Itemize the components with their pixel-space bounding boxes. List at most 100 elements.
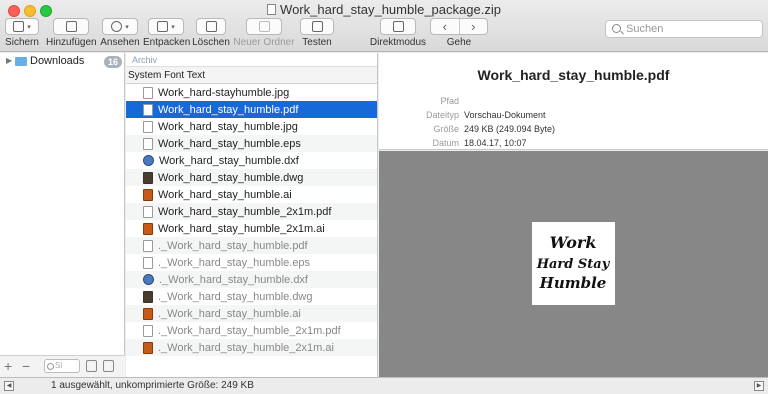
pdf-file-icon [143, 239, 153, 252]
file-name: Work_hard_stay_humble.jpg [158, 120, 298, 133]
file-row[interactable]: Work_hard-stayhumble.jpg [126, 84, 377, 101]
info-value: 249 KB (249.094 Byte) [464, 124, 556, 134]
sidebar-item-downloads[interactable]: ▶ Downloads 16 [0, 55, 125, 69]
window-title-text: Work_hard_stay_humble_package.zip [280, 2, 501, 17]
thumb-line-1: Work [550, 233, 597, 252]
remove-icon[interactable]: − [22, 358, 30, 374]
file-row[interactable]: Work_hard_stay_humble_2x1m.ai [126, 220, 377, 237]
folder-icon [15, 57, 27, 66]
pdf-file-icon [143, 205, 153, 218]
file-row[interactable]: ._Work_hard_stay_humble_2x1m.ai [126, 339, 377, 356]
file-row[interactable]: Work_hard_stay_humble.dxf [126, 152, 377, 169]
file-info-panel: Work_hard_stay_humble.pdf Pfad Dateityp V… [379, 53, 768, 150]
info-value: 18.04.17, 10:07 [464, 138, 527, 148]
dwg-file-icon [143, 290, 153, 303]
direct-mode-button[interactable]: Direktmodus [368, 18, 428, 50]
info-icon[interactable] [86, 360, 97, 372]
new-folder-icon [258, 21, 270, 32]
breadcrumb[interactable]: Archiv [126, 53, 377, 67]
file-row[interactable]: ._Work_hard_stay_humble.eps [126, 254, 377, 271]
info-key: Dateityp [425, 110, 459, 120]
window-title: Work_hard_stay_humble_package.zip [0, 2, 768, 17]
file-name: ._Work_hard_stay_humble.dxf [159, 273, 308, 286]
extract-button[interactable]: ▾ Entpacken [143, 18, 191, 50]
dxf-file-icon [143, 155, 154, 166]
back-chevron-icon[interactable]: ‹ [431, 19, 459, 34]
go-label: Gehe [446, 37, 472, 48]
column-header-name[interactable]: System Font Text [126, 67, 377, 84]
extract-label: Entpacken [143, 37, 191, 48]
file-row[interactable]: ._Work_hard_stay_humble.dxf [126, 271, 377, 288]
save-button[interactable]: ▾ Sichern [4, 18, 40, 50]
file-row[interactable]: Work_hard_stay_humble.ai [126, 186, 377, 203]
info-key: Größe [433, 124, 459, 134]
test-icon [311, 21, 323, 32]
add-label: Hinzufügen [46, 37, 97, 48]
file-name: Work_hard_stay_humble.dxf [159, 154, 299, 167]
disclosure-triangle-icon[interactable]: ▶ [6, 56, 12, 65]
file-list: Archiv System Font Text Work_hard-stayhu… [126, 53, 378, 377]
direct-mode-label: Direktmodus [369, 37, 427, 48]
dwg-file-icon [143, 171, 153, 184]
preview-canvas: Work Hard Stay Humble [379, 151, 768, 377]
trash-icon [205, 21, 217, 32]
thumb-line-3: Humble [539, 274, 607, 292]
file-row[interactable]: Work_hard_stay_humble.jpg [126, 118, 377, 135]
file-name: Work_hard_stay_humble.pdf [158, 103, 299, 116]
info-row-path: Pfad [379, 96, 768, 110]
file-name: ._Work_hard_stay_humble_2x1m.pdf [158, 324, 341, 337]
item-count-badge: 16 [104, 56, 123, 68]
document-thumbnail[interactable]: Work Hard Stay Humble [532, 222, 615, 305]
back-forward-segment: ‹ › [430, 18, 488, 35]
title-bar: Work_hard_stay_humble_package.zip ▾ Sich… [0, 0, 768, 52]
quicklook-icon [111, 21, 123, 32]
file-row[interactable]: ._Work_hard_stay_humble_2x1m.pdf [126, 322, 377, 339]
new-folder-button[interactable]: Neuer Ordner [233, 18, 295, 50]
save-icon [13, 21, 25, 32]
breadcrumb-archive[interactable]: Archiv [132, 55, 157, 65]
file-row[interactable]: Work_hard_stay_humble.eps [126, 135, 377, 152]
status-text: 1 ausgewählt, unkomprimierte Größe: 249 … [51, 380, 254, 391]
archive-document-icon [267, 4, 277, 15]
file-row[interactable]: ._Work_hard_stay_humble.ai [126, 305, 377, 322]
search-field[interactable] [605, 20, 763, 38]
file-name: ._Work_hard_stay_humble_2x1m.ai [158, 341, 334, 354]
info-key: Pfad [440, 96, 459, 106]
file-row[interactable]: Work_hard_stay_humble_2x1m.pdf [126, 203, 377, 220]
file-row[interactable]: Work_hard_stay_humble.dwg [126, 169, 377, 186]
test-label: Testen [302, 37, 332, 48]
ai-file-icon [143, 222, 153, 235]
preview-pane: Work_hard_stay_humble.pdf Pfad Dateityp V… [379, 53, 768, 377]
add-button[interactable]: Hinzufügen [46, 18, 97, 50]
file-name: Work_hard_stay_humble_2x1m.ai [158, 222, 325, 235]
pdf-file-icon [143, 324, 153, 337]
sidebar-item-label: Downloads [30, 55, 85, 67]
toggle-preview-icon[interactable]: ▶ [754, 381, 764, 391]
preview-toggle-icon[interactable] [103, 360, 114, 372]
ai-file-icon [143, 307, 153, 320]
file-name: ._Work_hard_stay_humble.ai [158, 307, 301, 320]
info-key: Datum [432, 138, 459, 148]
ai-file-icon [143, 188, 153, 201]
file-name: Work_hard_stay_humble.ai [158, 188, 292, 201]
sidebar: ▶ Downloads 16 + − Sl [0, 53, 125, 377]
file-row[interactable]: ._Work_hard_stay_humble.pdf [126, 237, 377, 254]
file-rows: Work_hard-stayhumble.jpg Work_hard_stay_h… [126, 84, 377, 356]
info-value: Vorschau-Dokument [464, 110, 546, 120]
forward-chevron-icon[interactable]: › [458, 19, 488, 34]
file-name: ._Work_hard_stay_humble.eps [158, 256, 311, 269]
file-name: Work_hard_stay_humble_2x1m.pdf [158, 205, 332, 218]
preview-title: Work_hard_stay_humble.pdf [477, 67, 670, 83]
toggle-sidebar-icon[interactable]: ◀ [4, 381, 14, 391]
save-label: Sichern [5, 37, 39, 48]
view-button[interactable]: ▾ Ansehen [99, 18, 141, 50]
file-row[interactable]: Work_hard_stay_humble.pdf [126, 101, 377, 118]
sidebar-filter-input[interactable]: Sl [44, 359, 80, 373]
file-row[interactable]: ._Work_hard_stay_humble.dwg [126, 288, 377, 305]
add-icon[interactable]: + [4, 358, 12, 374]
file-name: Work_hard_stay_humble.eps [158, 137, 301, 150]
search-input[interactable] [626, 23, 756, 35]
test-button[interactable]: Testen [299, 18, 335, 50]
delete-button[interactable]: Löschen [192, 18, 230, 50]
lettering-artwork: Work Hard Stay Humble [536, 233, 611, 292]
